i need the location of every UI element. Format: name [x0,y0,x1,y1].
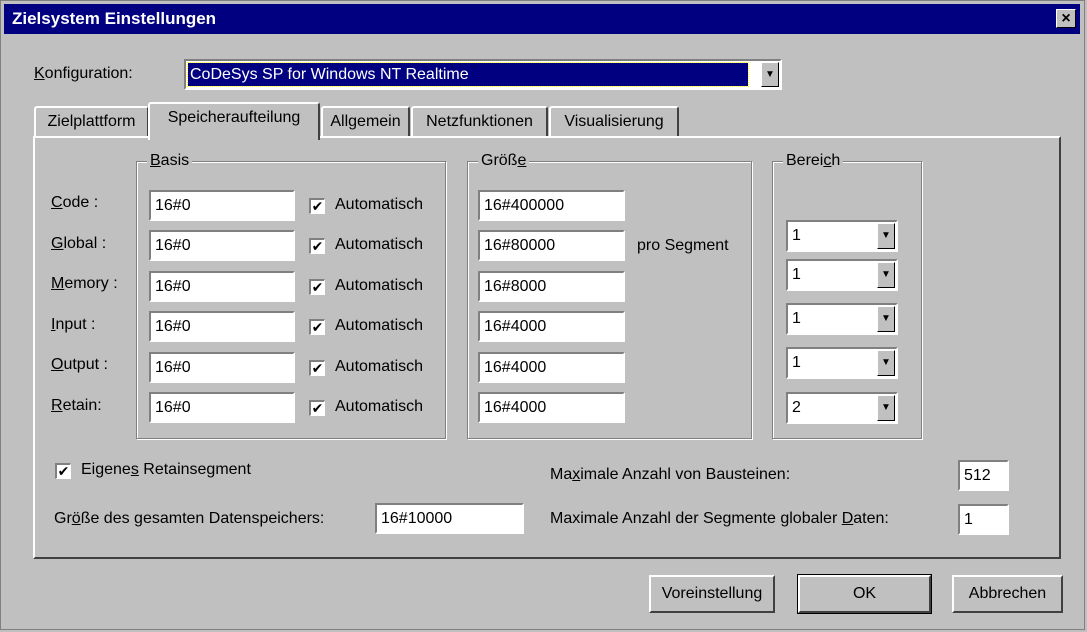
max-segmente-input[interactable]: 1 [958,504,1009,535]
size-retain-input[interactable]: 16#4000 [478,392,625,423]
size-code-input[interactable]: 16#400000 [478,190,625,221]
config-label: Konfiguration: [34,65,133,82]
max-segmente-label: Maximale Anzahl der Segmente globaler Da… [550,510,889,527]
retain-segment-label: Eigenes Retainsegment [81,461,251,478]
max-bausteine-input[interactable]: 512 [958,460,1009,491]
auto-output-checkbox[interactable]: ✔ [309,360,325,376]
row-label-global: Global : [51,235,107,252]
auto-memory-label: Automatisch [335,277,424,294]
title-bar: Zielsystem Einstellungen × [4,4,1080,34]
range-global-select[interactable]: 1 ▼ [786,259,898,291]
max-bausteine-label: Maximale Anzahl von Bausteinen: [550,466,791,483]
basis-memory-input[interactable]: 16#0 [149,271,295,302]
auto-global-label: Automatisch [335,236,424,253]
bereich-group-title: Bereich [783,151,844,171]
auto-input-checkbox[interactable]: ✔ [309,319,325,335]
basis-input-input[interactable]: 16#0 [149,311,295,342]
chevron-down-icon[interactable]: ▼ [877,223,895,249]
dialog-window: Zielsystem Einstellungen × Konfiguration… [0,0,1085,630]
size-global-input[interactable]: 16#80000 [478,230,625,261]
config-dropdown[interactable]: CoDeSys SP for Windows NT Realtime ▼ [184,59,782,90]
voreinstellung-button[interactable]: Voreinstellung [649,575,775,613]
ok-button[interactable]: OK [797,574,932,614]
retain-segment-checkbox[interactable]: ✔ [55,463,71,479]
datenspeicher-input[interactable]: 16#10000 [375,503,524,534]
chevron-down-icon[interactable]: ▼ [877,350,895,376]
basis-global-input[interactable]: 16#0 [149,230,295,261]
auto-code-checkbox[interactable]: ✔ [309,198,325,214]
row-label-output: Output : [51,356,108,373]
tab-zielplattform[interactable]: Zielplattform [34,106,149,138]
range-retain-select[interactable]: 2 ▼ [786,392,898,424]
range-input-select[interactable]: 1 ▼ [786,347,898,379]
size-output-input[interactable]: 16#4000 [478,352,625,383]
auto-input-label: Automatisch [335,317,424,334]
row-label-memory: Memory : [51,275,118,292]
tab-visualisierung[interactable]: Visualisierung [549,106,679,138]
groesse-group-title: Größe [478,151,530,171]
range-code-select[interactable]: 1 ▼ [786,220,898,252]
size-memory-input[interactable]: 16#8000 [478,271,625,302]
datenspeicher-label: Größe des gesamten Datenspeichers: [54,510,325,527]
pro-segment-label: pro Segment [637,237,729,254]
auto-code-label: Automatisch [335,196,424,213]
config-value: CoDeSys SP for Windows NT Realtime [190,66,469,83]
chevron-down-icon[interactable]: ▼ [761,62,779,87]
window-title: Zielsystem Einstellungen [12,9,217,28]
row-label-input: Input : [51,316,96,333]
basis-retain-input[interactable]: 16#0 [149,392,295,423]
range-memory-select[interactable]: 1 ▼ [786,303,898,335]
chevron-down-icon[interactable]: ▼ [877,262,895,288]
auto-retain-checkbox[interactable]: ✔ [309,400,325,416]
auto-memory-checkbox[interactable]: ✔ [309,279,325,295]
auto-output-label: Automatisch [335,358,424,375]
basis-code-input[interactable]: 16#0 [149,190,295,221]
basis-output-input[interactable]: 16#0 [149,352,295,383]
auto-retain-label: Automatisch [335,398,424,415]
row-label-code: Code : [51,194,99,211]
chevron-down-icon[interactable]: ▼ [877,395,895,421]
tab-netzfunktionen[interactable]: Netzfunktionen [411,106,548,138]
size-input-input[interactable]: 16#4000 [478,311,625,342]
abbrechen-button[interactable]: Abbrechen [952,575,1063,613]
close-button[interactable]: × [1056,9,1076,28]
row-label-retain: Retain: [51,397,102,414]
tab-speicheraufteilung[interactable]: Speicheraufteilung [148,102,320,140]
auto-global-checkbox[interactable]: ✔ [309,238,325,254]
chevron-down-icon[interactable]: ▼ [877,306,895,332]
tab-allgemein[interactable]: Allgemein [321,106,410,138]
basis-group-title: Basis [147,151,193,171]
